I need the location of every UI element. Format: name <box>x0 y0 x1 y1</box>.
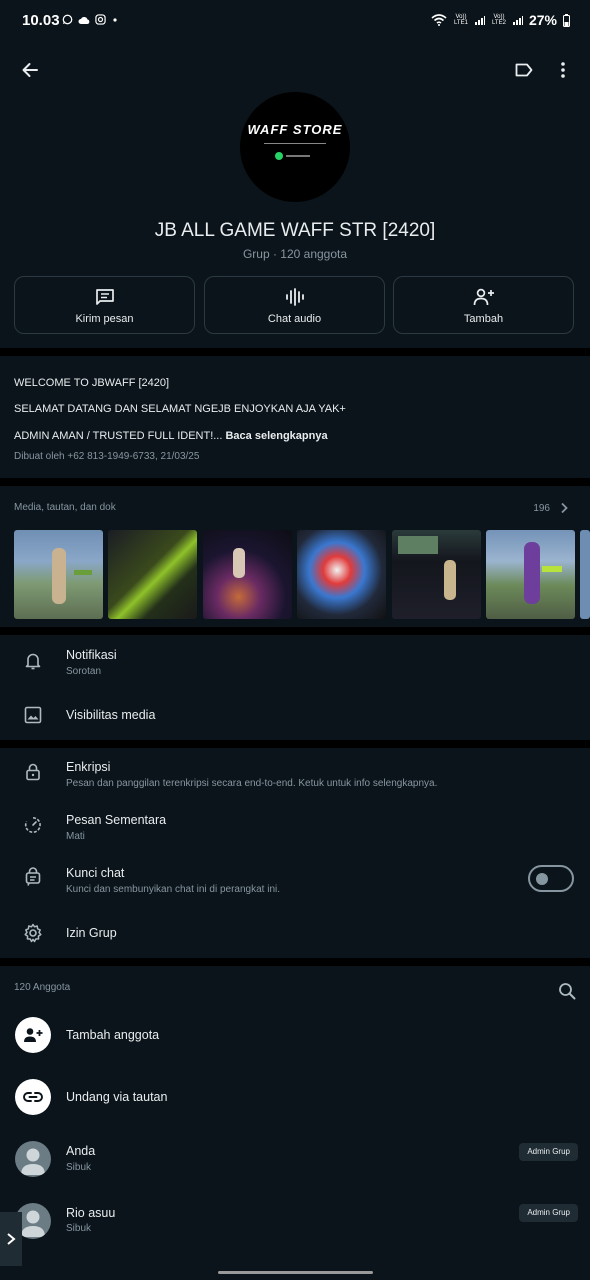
label-button[interactable] <box>510 56 538 84</box>
disappearing-messages-value: Mati <box>66 831 85 842</box>
whatsapp-icon <box>62 14 73 25</box>
group-subtitle: Grup · 120 anggota <box>242 247 348 261</box>
search-members-button[interactable] <box>554 978 580 1004</box>
add-member-avatar[interactable] <box>15 1017 51 1053</box>
timer-icon <box>22 814 44 836</box>
chat-lock-icon <box>22 866 44 888</box>
search-icon <box>559 983 576 1000</box>
battery-icon <box>563 13 570 27</box>
notifications-row[interactable]: Notifikasi <box>66 648 117 662</box>
section-divider <box>0 627 590 635</box>
member-name[interactable]: Rio asuu <box>66 1206 115 1220</box>
encryption-row[interactable]: Enkripsi <box>66 760 110 774</box>
image-icon <box>22 704 44 726</box>
encryption-description: Pesan dan panggilan terenkripsi secara e… <box>66 778 438 789</box>
description-line: ADMIN AMAN / TRUSTED FULL IDENT!... Baca… <box>14 430 328 442</box>
audio-chat-button[interactable]: Chat audio <box>204 276 385 334</box>
arrow-back-icon <box>22 63 38 77</box>
status-right: Vo)) LTE1 Vo)) LTE2 27% <box>431 12 570 28</box>
lock-icon <box>22 761 44 783</box>
chevron-right-icon <box>561 502 568 514</box>
sim2-label: Vo)) LTE2 <box>492 14 506 26</box>
logo-small-line <box>286 155 310 157</box>
media-thumbnail[interactable] <box>108 530 197 619</box>
media-thumbnail[interactable] <box>392 530 481 619</box>
member-status: Sibuk <box>66 1162 92 1173</box>
logo-underline <box>240 143 350 144</box>
add-person-icon <box>24 1028 43 1042</box>
description-line: SELAMAT DATANG DAN SELAMAT NGEJB ENJOYKA… <box>14 403 346 415</box>
chat-lock-toggle[interactable] <box>528 865 574 892</box>
notification-icons <box>62 14 119 25</box>
description-line: WELCOME TO JBWAFF [2420] <box>14 377 170 389</box>
notifications-value: Sorotan <box>66 666 102 677</box>
description-text: ADMIN AMAN / TRUSTED FULL IDENT!... <box>14 430 223 442</box>
member-status: Sibuk <box>66 1223 92 1234</box>
chat-lock-row[interactable]: Kunci chat <box>66 866 124 880</box>
member-name[interactable]: Anda <box>66 1144 95 1158</box>
person-placeholder-icon <box>21 1148 45 1175</box>
toggle-knob <box>536 873 548 885</box>
media-thumbnail[interactable] <box>203 530 292 619</box>
chevron-right-icon <box>7 1233 16 1245</box>
gear-icon <box>22 922 44 944</box>
members-count-label: 120 Anggota <box>14 982 71 993</box>
media-thumbnail[interactable] <box>297 530 386 619</box>
group-name: JB ALL GAME WAFF STR [2420] <box>154 220 436 241</box>
section-divider <box>0 478 590 486</box>
more-vert-icon <box>561 62 565 78</box>
send-message-label: Kirim pesan <box>75 313 134 325</box>
audio-chat-label: Chat audio <box>267 313 322 325</box>
media-visibility-row[interactable]: Visibilitas media <box>66 708 155 722</box>
signal-icon <box>512 16 523 25</box>
media-thumbnail[interactable] <box>14 530 103 619</box>
label-icon <box>515 63 533 77</box>
cloud-icon <box>78 16 90 24</box>
gesture-navigation-bar[interactable] <box>218 1271 373 1274</box>
message-icon <box>95 289 114 305</box>
back-button[interactable] <box>16 56 44 84</box>
media-count[interactable]: 196 <box>533 502 568 514</box>
media-count-value: 196 <box>533 502 550 514</box>
top-bar <box>0 44 590 98</box>
instagram-icon <box>95 14 106 25</box>
avatar[interactable] <box>15 1141 51 1177</box>
section-divider <box>0 958 590 966</box>
disappearing-messages-row[interactable]: Pesan Sementara <box>66 813 166 827</box>
invite-link-avatar[interactable] <box>15 1079 51 1115</box>
sim1-label: Vo)) LTE1 <box>454 14 468 26</box>
wifi-icon <box>431 14 447 26</box>
media-section-label[interactable]: Media, tautan, dan dok <box>14 502 116 513</box>
add-member-label: Tambah <box>463 313 504 325</box>
admin-badge: Admin Grup <box>519 1204 578 1222</box>
logo-badge-icon <box>275 152 283 160</box>
link-icon <box>23 1092 43 1102</box>
group-logo-text: WAFF STORE <box>247 122 343 137</box>
media-thumbnail[interactable] <box>486 530 575 619</box>
section-divider <box>0 348 590 356</box>
add-member-button[interactable]: Tambah <box>393 276 574 334</box>
group-permissions-row[interactable]: Izin Grup <box>66 926 117 940</box>
add-person-icon <box>473 288 494 306</box>
status-time: 10.03 <box>22 12 60 29</box>
invite-link-row[interactable]: Undang via tautan <box>66 1090 167 1104</box>
group-avatar[interactable]: WAFF STORE <box>240 92 350 202</box>
signal-icon <box>474 16 485 25</box>
admin-badge: Admin Grup <box>519 1143 578 1161</box>
created-by-meta: Dibuat oleh +62 813-1949-6733, 21/03/25 <box>14 451 200 462</box>
side-panel-handle[interactable] <box>0 1212 22 1266</box>
media-thumbnail[interactable] <box>580 530 590 619</box>
section-divider <box>0 740 590 748</box>
add-member-row[interactable]: Tambah anggota <box>66 1028 159 1042</box>
more-options-button[interactable] <box>549 56 577 84</box>
chat-lock-description: Kunci dan sembunyikan chat ini di perang… <box>66 884 281 895</box>
battery-percent: 27% <box>528 12 557 28</box>
bell-icon <box>22 650 44 672</box>
dot-icon <box>113 17 117 22</box>
send-message-button[interactable]: Kirim pesan <box>14 276 195 334</box>
audio-wave-icon <box>285 288 304 306</box>
status-bar: 10.03 Vo)) LTE1 Vo)) LTE2 27% <box>0 0 590 44</box>
read-more-link[interactable]: Baca selengkapnya <box>225 430 327 442</box>
